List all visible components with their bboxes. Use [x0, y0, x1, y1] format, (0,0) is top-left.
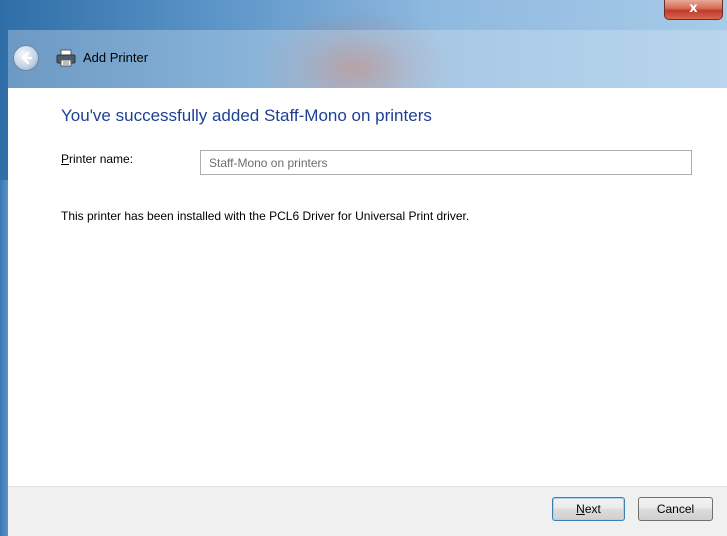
back-button[interactable]	[13, 45, 39, 71]
back-arrow-icon	[21, 51, 33, 65]
driver-info-text: This printer has been installed with the…	[61, 209, 470, 223]
printer-name-label-text: rinter name:	[69, 152, 134, 166]
close-button[interactable]: x	[664, 0, 723, 20]
close-icon: x	[689, 1, 698, 16]
printer-name-input[interactable]	[200, 150, 692, 175]
wizard-content	[8, 88, 727, 486]
printer-icon	[56, 49, 76, 67]
printer-name-label: Printer name:	[61, 152, 133, 166]
window-title: Add Printer	[83, 50, 149, 65]
next-button[interactable]: Next	[552, 497, 625, 521]
printer-name-access-key: P	[61, 152, 70, 166]
next-label-text: ext	[584, 502, 601, 516]
next-access-key: N	[576, 502, 585, 516]
window-left-border	[0, 180, 8, 536]
cancel-button[interactable]: Cancel	[638, 497, 713, 521]
page-heading: You've successfully added Staff-Mono on …	[61, 106, 432, 125]
